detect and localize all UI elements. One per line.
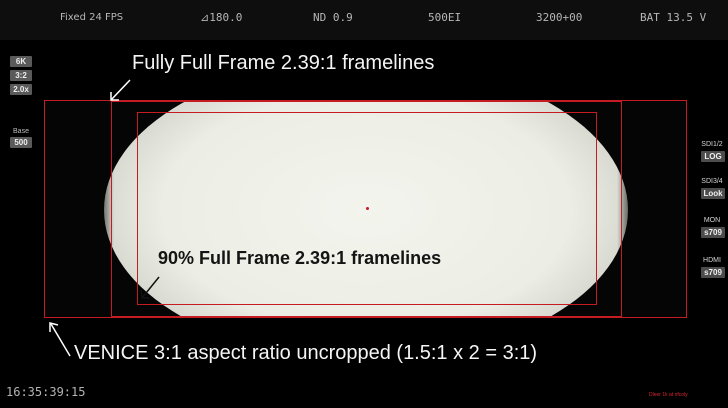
ei-readout[interactable]: 500EI <box>428 11 461 24</box>
hdmi-label: HDMI <box>703 257 721 264</box>
mon-output-button[interactable]: s709 <box>701 227 725 238</box>
white-balance-readout[interactable]: 3200+00 <box>536 11 582 24</box>
aspect-button[interactable]: 3:2 <box>10 70 32 81</box>
hdmi-output-button[interactable]: s709 <box>701 267 725 278</box>
sdi34-output-button[interactable]: Look <box>701 188 725 199</box>
sdi34-label: SDI3/4 <box>701 178 723 185</box>
sdi12-label: SDI1/2 <box>701 141 723 148</box>
warning-message: Dleer 1k at nfcoly <box>649 392 688 398</box>
base-label: Base <box>13 128 29 135</box>
resolution-button[interactable]: 6K <box>10 56 32 67</box>
squeeze-button[interactable]: 2.0x <box>10 84 32 95</box>
ninety-percent-arrow-icon <box>140 276 160 299</box>
shutter-readout[interactable]: ⊿180.0 <box>200 11 242 24</box>
nd-readout[interactable]: ND 0.9 <box>313 11 353 24</box>
uncropped-annotation: VENICE 3:1 aspect ratio uncropped (1.5:1… <box>74 342 538 364</box>
center-marker <box>366 207 369 210</box>
status-bar: Fixed 24 FPS ⊿180.0 ND 0.9 500EI 3200+00… <box>0 0 728 40</box>
uncropped-arrow-icon <box>49 322 71 357</box>
battery-readout: BAT 13.5 V <box>640 11 707 24</box>
base-iso-button[interactable]: 500 <box>10 137 32 148</box>
mon-label: MON <box>703 217 721 224</box>
full-frame-arrow-icon <box>110 79 131 101</box>
timecode-readout: 16:35:39:15 <box>6 385 86 399</box>
full-frame-annotation: Fully Full Frame 2.39:1 framelines <box>132 52 435 74</box>
ninety-percent-annotation: 90% Full Frame 2.39:1 framelines <box>158 248 442 268</box>
fps-readout[interactable]: Fixed 24 FPS <box>60 12 123 23</box>
sdi12-output-button[interactable]: LOG <box>701 151 725 162</box>
